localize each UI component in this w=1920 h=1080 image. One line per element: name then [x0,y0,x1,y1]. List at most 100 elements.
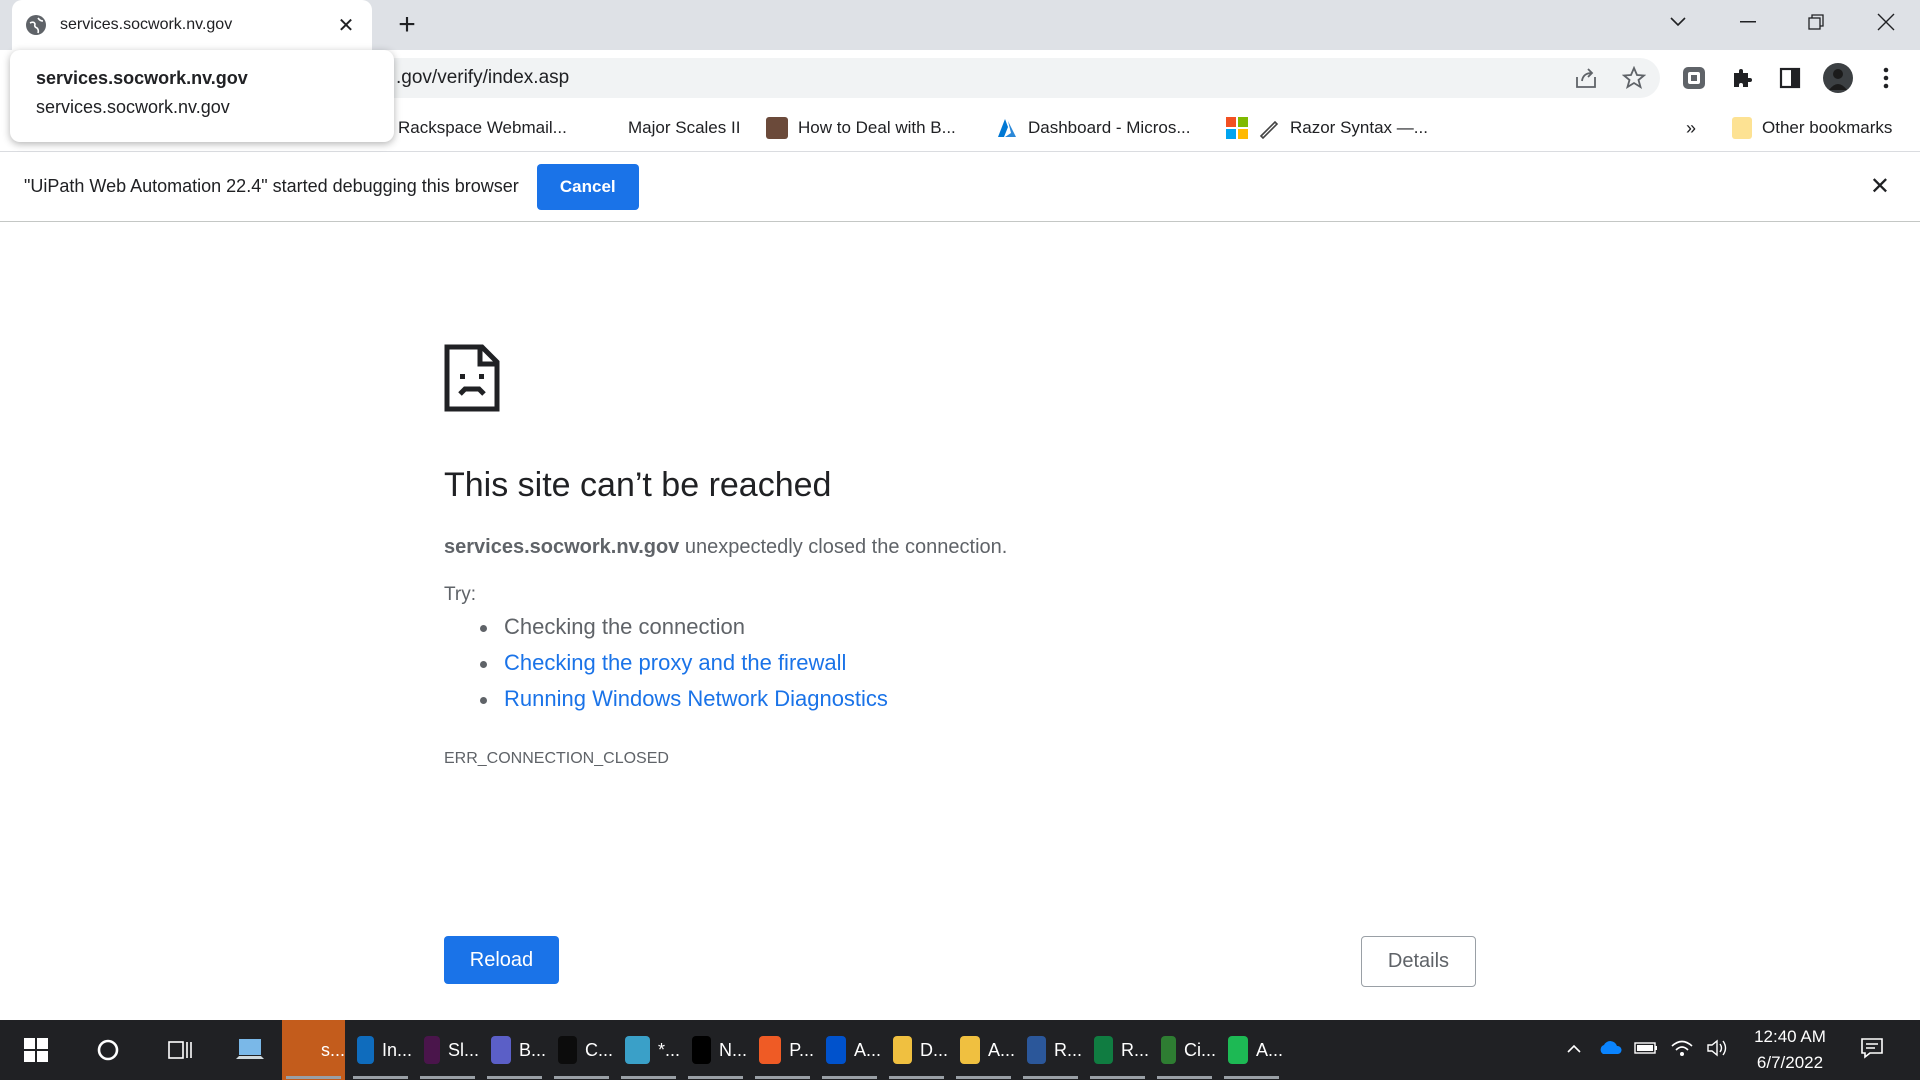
taskbar-running-indicator [554,1076,609,1079]
taskbar-running-indicator [956,1076,1011,1079]
suggestion-network-diagnostics-link[interactable]: Running Windows Network Diagnostics [480,686,888,712]
taskbar-app-4[interactable]: C... [550,1020,613,1080]
pycharm-icon [692,1036,711,1064]
taskbar-app-2[interactable]: Sl... [416,1020,479,1080]
extension-uipath-icon[interactable] [1678,62,1710,94]
task-view-button[interactable] [158,1020,202,1080]
volume-icon[interactable] [1704,1034,1732,1062]
restore-icon[interactable] [1782,0,1850,44]
taskbar-app-label: P... [789,1039,814,1060]
bookmark-star-icon[interactable] [1620,64,1648,92]
bookmark-how-to-deal[interactable]: How to Deal with B... [766,114,956,142]
azure-icon [996,117,1018,139]
task-view-icon [168,1041,192,1059]
taskbar-running-indicator [1090,1076,1145,1079]
clock-date: 6/7/2022 [1756,1053,1824,1072]
taskbar-app-label: R... [1120,1039,1149,1060]
taskbar-app-1[interactable]: In... [349,1020,412,1080]
taskbar-app-label: R... [1053,1039,1082,1060]
cancel-button[interactable]: Cancel [536,163,639,210]
taskbar-running-indicator [755,1076,810,1079]
infobar-close-icon[interactable]: ✕ [1870,172,1890,201]
taskbar-app-7[interactable]: P... [751,1020,814,1080]
sad-document-icon [444,344,500,412]
wifi-icon[interactable] [1668,1034,1696,1062]
error-description: services.socwork.nv.gov unexpectedly clo… [444,536,1007,559]
folder-icon [1732,117,1752,139]
bookmark-razor-syntax[interactable]: Razor Syntax —... [1226,114,1428,142]
tab-search-icon[interactable] [1644,0,1712,44]
bookmark-dashboard-azure[interactable]: Dashboard - Micros... [996,114,1191,142]
excel-icon [1094,1036,1113,1064]
tab-close-icon[interactable]: ✕ [334,13,358,38]
reload-button[interactable]: Reload [444,936,559,984]
taskbar-running-indicator [621,1076,676,1079]
globe-icon [1161,1036,1176,1064]
error-code: ERR_CONNECTION_CLOSED [444,750,669,767]
taskbar-app-9[interactable]: D... [885,1020,948,1080]
suggestion-check-connection: Checking the connection [480,614,745,639]
folder-icon [960,1036,980,1064]
other-bookmarks[interactable]: Other bookmarks [1732,114,1892,142]
taskbar-app-label: Sl... [447,1039,479,1060]
taskbar-app-0[interactable]: s... [282,1020,345,1080]
profile-avatar[interactable] [1822,62,1854,94]
bookmark-major-scales[interactable]: Major Scales II [628,114,740,142]
debugging-infobar: "UiPath Web Automation 22.4" started deb… [0,152,1920,222]
taskbar-app-14[interactable]: A... [1220,1020,1283,1080]
error-description-text: unexpectedly closed the connection. [679,536,1008,558]
address-bar[interactable]: .gov/verify/index.asp [360,58,1660,98]
chrome-icon [290,1036,313,1064]
bookmarks-overflow-button[interactable]: » [1686,114,1696,142]
taskbar-app-12[interactable]: R... [1086,1020,1149,1080]
system-clock[interactable]: 12:40 AM 6/7/2022 [1740,1024,1840,1076]
uipath-icon [1228,1036,1248,1064]
tab-title: services.socwork.nv.gov [60,16,233,33]
taskbar-running-indicator [420,1076,475,1079]
menu-kebab-icon[interactable] [1870,62,1902,94]
notifications-icon[interactable] [1858,1034,1886,1062]
razor-icon [1258,117,1280,140]
taskbar-app-label: A... [853,1039,881,1060]
url-text: .gov/verify/index.asp [396,67,570,88]
battery-icon[interactable] [1632,1034,1660,1062]
start-button[interactable] [14,1020,58,1080]
taskbar-app-label: Ci... [1183,1039,1216,1060]
taskbar-app-label: C... [584,1039,613,1060]
taskbar-running-indicator [1224,1076,1279,1079]
taskbar-app-6[interactable]: N... [684,1020,747,1080]
suggestion-check-proxy-link[interactable]: Checking the proxy and the firewall [479,650,846,676]
book-icon [766,117,788,139]
side-panel-icon[interactable] [1774,62,1806,94]
taskbar-app-11[interactable]: R... [1019,1020,1082,1080]
taskbar-app-label: s... [320,1039,345,1060]
taskbar-app-10[interactable]: A... [952,1020,1015,1080]
share-icon[interactable] [1572,64,1600,92]
tray-overflow-icon[interactable] [1560,1034,1588,1062]
cortana-button[interactable] [86,1020,130,1080]
minimize-icon[interactable] [1714,0,1782,44]
onedrive-icon[interactable] [1596,1034,1624,1062]
new-tab-button[interactable]: + [390,8,424,42]
details-button[interactable]: Details [1361,936,1476,987]
teams-icon [491,1036,511,1064]
try-label: Try: [444,584,477,605]
taskbar-app-5[interactable]: *... [617,1020,680,1080]
taskbar-running-indicator [353,1076,408,1079]
desktop-app-button[interactable] [228,1020,272,1080]
extensions-puzzle-icon[interactable] [1726,62,1758,94]
error-host: services.socwork.nv.gov [444,536,680,558]
close-window-icon[interactable] [1852,0,1920,44]
hover-card-title: services.socwork.nv.gov [36,68,248,88]
taskbar-app-label: A... [987,1039,1015,1060]
taskbar-app-3[interactable]: B... [483,1020,546,1080]
windows-logo-icon [24,1038,48,1062]
outlook-icon [357,1036,374,1064]
tab-hover-card: services.socwork.nv.gov services.socwork… [10,50,394,142]
bookmark-rackspace[interactable]: Rackspace Webmail... [398,114,567,142]
browser-tab[interactable]: services.socwork.nv.gov ✕ [12,0,372,50]
taskbar-running-indicator [286,1076,341,1079]
taskbar-app-label: In... [381,1039,412,1060]
taskbar-app-13[interactable]: Ci... [1153,1020,1216,1080]
taskbar-app-8[interactable]: A... [818,1020,881,1080]
